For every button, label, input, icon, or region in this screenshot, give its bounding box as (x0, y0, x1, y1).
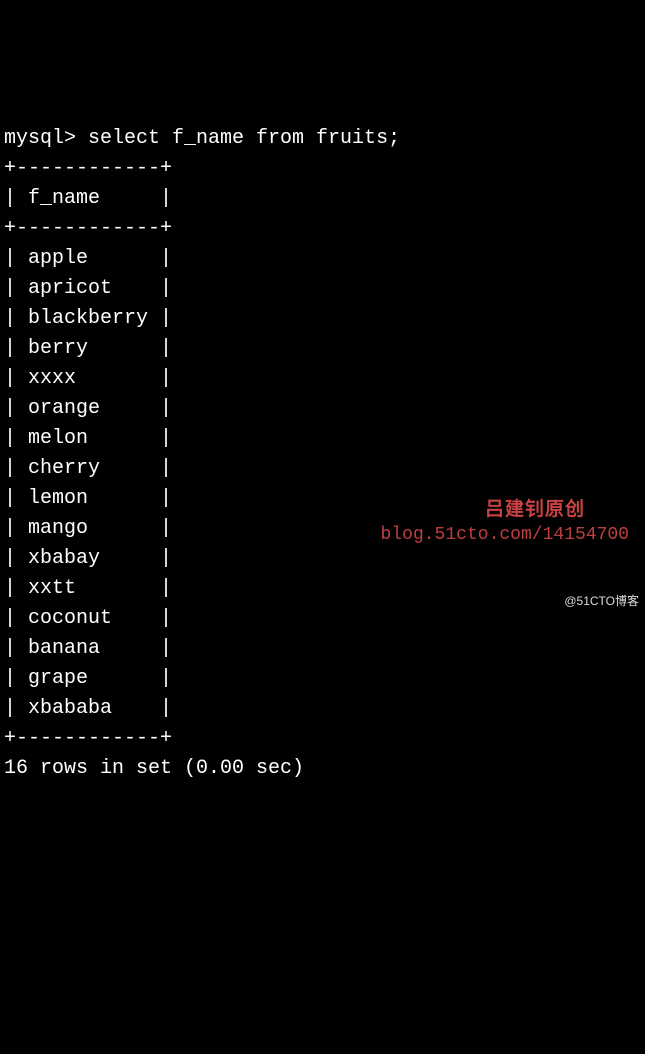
terminal-output: mysql> select f_name from fruits; +-----… (4, 124, 641, 784)
table-row: | cherry | (4, 457, 172, 480)
table-row: | orange | (4, 397, 172, 420)
table-row: | melon | (4, 427, 172, 450)
table-row: | xbabay | (4, 547, 172, 570)
table-border-top: +------------+ (4, 157, 172, 180)
table-row: | xbababa | (4, 697, 172, 720)
table-header: | f_name | (4, 187, 172, 210)
table-row: | apple | (4, 247, 172, 270)
watermark-blog-url: blog.51cto.com/14154700 (381, 522, 629, 549)
table-border-bottom: +------------+ (4, 727, 172, 750)
table-row: | xxtt | (4, 577, 172, 600)
result-summary: 16 rows in set (0.00 sec) (4, 757, 304, 780)
table-row: | apricot | (4, 277, 172, 300)
watermark-author: 吕建钊原创 (485, 496, 585, 525)
watermark-credit: @51CTO博客 (564, 592, 639, 610)
table-border-mid: +------------+ (4, 217, 172, 240)
table-row: | mango | (4, 517, 172, 540)
table-row: | xxxx | (4, 367, 172, 390)
sql-query: select f_name from fruits; (88, 127, 400, 150)
table-row: | blackberry | (4, 307, 172, 330)
table-row: | grape | (4, 667, 172, 690)
table-row: | banana | (4, 637, 172, 660)
table-row: | lemon | (4, 487, 172, 510)
table-row: | coconut | (4, 607, 172, 630)
table-row: | berry | (4, 337, 172, 360)
mysql-prompt: mysql> (4, 127, 88, 150)
